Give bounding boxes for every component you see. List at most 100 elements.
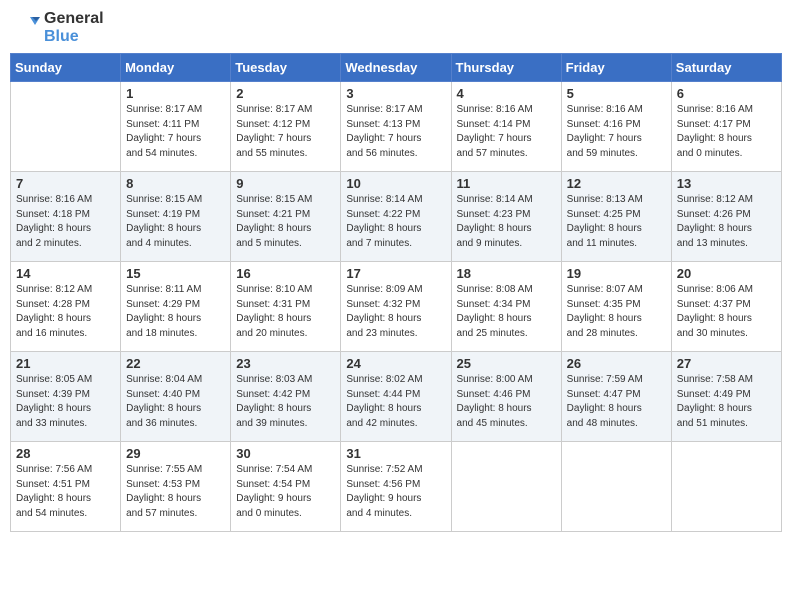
- day-number: 28: [16, 446, 115, 461]
- calendar-week-row: 7 Sunrise: 8:16 AM Sunset: 4:18 PM Daylig…: [11, 172, 782, 262]
- day-info: Sunrise: 7:58 AM Sunset: 4:49 PM Dayligh…: [677, 373, 776, 431]
- day-info: Sunrise: 7:54 AM Sunset: 4:54 PM Dayligh…: [236, 463, 335, 521]
- day-number: 5: [567, 86, 666, 101]
- weekday-header-saturday: Saturday: [671, 54, 781, 82]
- day-number: 3: [346, 86, 445, 101]
- weekday-header-thursday: Thursday: [451, 54, 561, 82]
- calendar-day-cell: 23 Sunrise: 8:03 AM Sunset: 4:42 PM Dayli…: [231, 352, 341, 442]
- day-info: Sunrise: 8:16 AM Sunset: 4:18 PM Dayligh…: [16, 193, 115, 251]
- calendar-day-cell: 14Sunrise: 8:12 AM Sunset: 4:28 PM Dayli…: [11, 262, 121, 352]
- calendar-day-cell: 18 Sunrise: 8:08 AM Sunset: 4:34 PM Dayli…: [451, 262, 561, 352]
- day-number: 8: [126, 176, 225, 191]
- day-info: Sunrise: 8:14 AM Sunset: 4:23 PM Dayligh…: [457, 193, 556, 251]
- day-info: Sunrise: 8:16 AM Sunset: 4:17 PM Dayligh…: [677, 103, 776, 161]
- calendar-day-cell: 4 Sunrise: 8:16 AM Sunset: 4:14 PM Daylig…: [451, 82, 561, 172]
- day-info: Sunrise: 8:16 AM Sunset: 4:14 PM Dayligh…: [457, 103, 556, 161]
- day-info: Sunrise: 8:14 AM Sunset: 4:22 PM Dayligh…: [346, 193, 445, 251]
- calendar-table: SundayMondayTuesdayWednesdayThursdayFrid…: [10, 53, 782, 532]
- calendar-day-cell: 8 Sunrise: 8:15 AM Sunset: 4:19 PM Daylig…: [121, 172, 231, 262]
- calendar-day-cell: 6 Sunrise: 8:16 AM Sunset: 4:17 PM Daylig…: [671, 82, 781, 172]
- day-info: Sunrise: 8:07 AM Sunset: 4:35 PM Dayligh…: [567, 283, 666, 341]
- weekday-header-row: SundayMondayTuesdayWednesdayThursdayFrid…: [11, 54, 782, 82]
- day-info: Sunrise: 7:56 AM Sunset: 4:51 PM Dayligh…: [16, 463, 115, 521]
- day-number: 1: [126, 86, 225, 101]
- calendar-day-cell: 30 Sunrise: 7:54 AM Sunset: 4:54 PM Dayli…: [231, 442, 341, 532]
- weekday-header-wednesday: Wednesday: [341, 54, 451, 82]
- calendar-day-cell: 1 Sunrise: 8:17 AM Sunset: 4:11 PM Daylig…: [121, 82, 231, 172]
- day-number: 7: [16, 176, 115, 191]
- day-number: 22: [126, 356, 225, 371]
- day-info: Sunrise: 8:15 AM Sunset: 4:19 PM Dayligh…: [126, 193, 225, 251]
- calendar-day-cell: [561, 442, 671, 532]
- calendar-day-cell: 13Sunrise: 8:12 AM Sunset: 4:26 PM Dayli…: [671, 172, 781, 262]
- calendar-day-cell: 28 Sunrise: 7:56 AM Sunset: 4:51 PM Dayli…: [11, 442, 121, 532]
- day-number: 18: [457, 266, 556, 281]
- day-number: 11: [457, 176, 556, 191]
- day-info: Sunrise: 8:17 AM Sunset: 4:11 PM Dayligh…: [126, 103, 225, 161]
- logo-bird-icon: [10, 13, 40, 43]
- weekday-header-monday: Monday: [121, 54, 231, 82]
- day-number: 26: [567, 356, 666, 371]
- day-info: Sunrise: 7:52 AM Sunset: 4:56 PM Dayligh…: [346, 463, 445, 521]
- day-info: Sunrise: 8:05 AM Sunset: 4:39 PM Dayligh…: [16, 373, 115, 431]
- weekday-header-friday: Friday: [561, 54, 671, 82]
- calendar-day-cell: 2 Sunrise: 8:17 AM Sunset: 4:12 PM Daylig…: [231, 82, 341, 172]
- page-header: General Blue: [10, 10, 782, 45]
- day-number: 23: [236, 356, 335, 371]
- day-info: Sunrise: 8:17 AM Sunset: 4:12 PM Dayligh…: [236, 103, 335, 161]
- calendar-day-cell: 15Sunrise: 8:11 AM Sunset: 4:29 PM Dayli…: [121, 262, 231, 352]
- calendar-day-cell: 25Sunrise: 8:00 AM Sunset: 4:46 PM Dayli…: [451, 352, 561, 442]
- calendar-day-cell: 21 Sunrise: 8:05 AM Sunset: 4:39 PM Dayli…: [11, 352, 121, 442]
- logo: General Blue: [10, 10, 104, 45]
- calendar-day-cell: 24 Sunrise: 8:02 AM Sunset: 4:44 PM Dayli…: [341, 352, 451, 442]
- day-info: Sunrise: 8:02 AM Sunset: 4:44 PM Dayligh…: [346, 373, 445, 431]
- day-info: Sunrise: 8:06 AM Sunset: 4:37 PM Dayligh…: [677, 283, 776, 341]
- calendar-day-cell: 27 Sunrise: 7:58 AM Sunset: 4:49 PM Dayli…: [671, 352, 781, 442]
- day-info: Sunrise: 7:59 AM Sunset: 4:47 PM Dayligh…: [567, 373, 666, 431]
- day-number: 4: [457, 86, 556, 101]
- day-number: 27: [677, 356, 776, 371]
- day-number: 6: [677, 86, 776, 101]
- calendar-day-cell: 16 Sunrise: 8:10 AM Sunset: 4:31 PM Dayli…: [231, 262, 341, 352]
- day-number: 16: [236, 266, 335, 281]
- day-info: Sunrise: 8:00 AM Sunset: 4:46 PM Dayligh…: [457, 373, 556, 431]
- day-number: 30: [236, 446, 335, 461]
- day-info: Sunrise: 8:15 AM Sunset: 4:21 PM Dayligh…: [236, 193, 335, 251]
- weekday-header-tuesday: Tuesday: [231, 54, 341, 82]
- day-info: Sunrise: 8:12 AM Sunset: 4:26 PM Dayligh…: [677, 193, 776, 251]
- calendar-day-cell: 12Sunrise: 8:13 AM Sunset: 4:25 PM Dayli…: [561, 172, 671, 262]
- calendar-day-cell: 7 Sunrise: 8:16 AM Sunset: 4:18 PM Daylig…: [11, 172, 121, 262]
- calendar-week-row: 28 Sunrise: 7:56 AM Sunset: 4:51 PM Dayli…: [11, 442, 782, 532]
- day-info: Sunrise: 8:04 AM Sunset: 4:40 PM Dayligh…: [126, 373, 225, 431]
- calendar-day-cell: 3 Sunrise: 8:17 AM Sunset: 4:13 PM Daylig…: [341, 82, 451, 172]
- calendar-day-cell: 9Sunrise: 8:15 AM Sunset: 4:21 PM Daylig…: [231, 172, 341, 262]
- calendar-day-cell: 31Sunrise: 7:52 AM Sunset: 4:56 PM Dayli…: [341, 442, 451, 532]
- day-info: Sunrise: 8:11 AM Sunset: 4:29 PM Dayligh…: [126, 283, 225, 341]
- day-number: 20: [677, 266, 776, 281]
- day-number: 12: [567, 176, 666, 191]
- calendar-day-cell: 19 Sunrise: 8:07 AM Sunset: 4:35 PM Dayli…: [561, 262, 671, 352]
- day-number: 29: [126, 446, 225, 461]
- calendar-day-cell: 5 Sunrise: 8:16 AM Sunset: 4:16 PM Daylig…: [561, 82, 671, 172]
- day-number: 2: [236, 86, 335, 101]
- calendar-day-cell: 10Sunrise: 8:14 AM Sunset: 4:22 PM Dayli…: [341, 172, 451, 262]
- logo-general-text: General: [44, 10, 104, 27]
- weekday-header-sunday: Sunday: [11, 54, 121, 82]
- day-info: Sunrise: 7:55 AM Sunset: 4:53 PM Dayligh…: [126, 463, 225, 521]
- day-info: Sunrise: 8:16 AM Sunset: 4:16 PM Dayligh…: [567, 103, 666, 161]
- calendar-day-cell: 22 Sunrise: 8:04 AM Sunset: 4:40 PM Dayli…: [121, 352, 231, 442]
- calendar-week-row: 14Sunrise: 8:12 AM Sunset: 4:28 PM Dayli…: [11, 262, 782, 352]
- day-number: 19: [567, 266, 666, 281]
- calendar-day-cell: 17Sunrise: 8:09 AM Sunset: 4:32 PM Dayli…: [341, 262, 451, 352]
- day-number: 24: [346, 356, 445, 371]
- day-info: Sunrise: 8:08 AM Sunset: 4:34 PM Dayligh…: [457, 283, 556, 341]
- day-info: Sunrise: 8:03 AM Sunset: 4:42 PM Dayligh…: [236, 373, 335, 431]
- calendar-week-row: 1 Sunrise: 8:17 AM Sunset: 4:11 PM Daylig…: [11, 82, 782, 172]
- day-info: Sunrise: 8:17 AM Sunset: 4:13 PM Dayligh…: [346, 103, 445, 161]
- logo-blue-text: Blue: [44, 28, 79, 45]
- day-info: Sunrise: 8:10 AM Sunset: 4:31 PM Dayligh…: [236, 283, 335, 341]
- calendar-day-cell: [11, 82, 121, 172]
- day-info: Sunrise: 8:12 AM Sunset: 4:28 PM Dayligh…: [16, 283, 115, 341]
- day-number: 21: [16, 356, 115, 371]
- calendar-day-cell: [451, 442, 561, 532]
